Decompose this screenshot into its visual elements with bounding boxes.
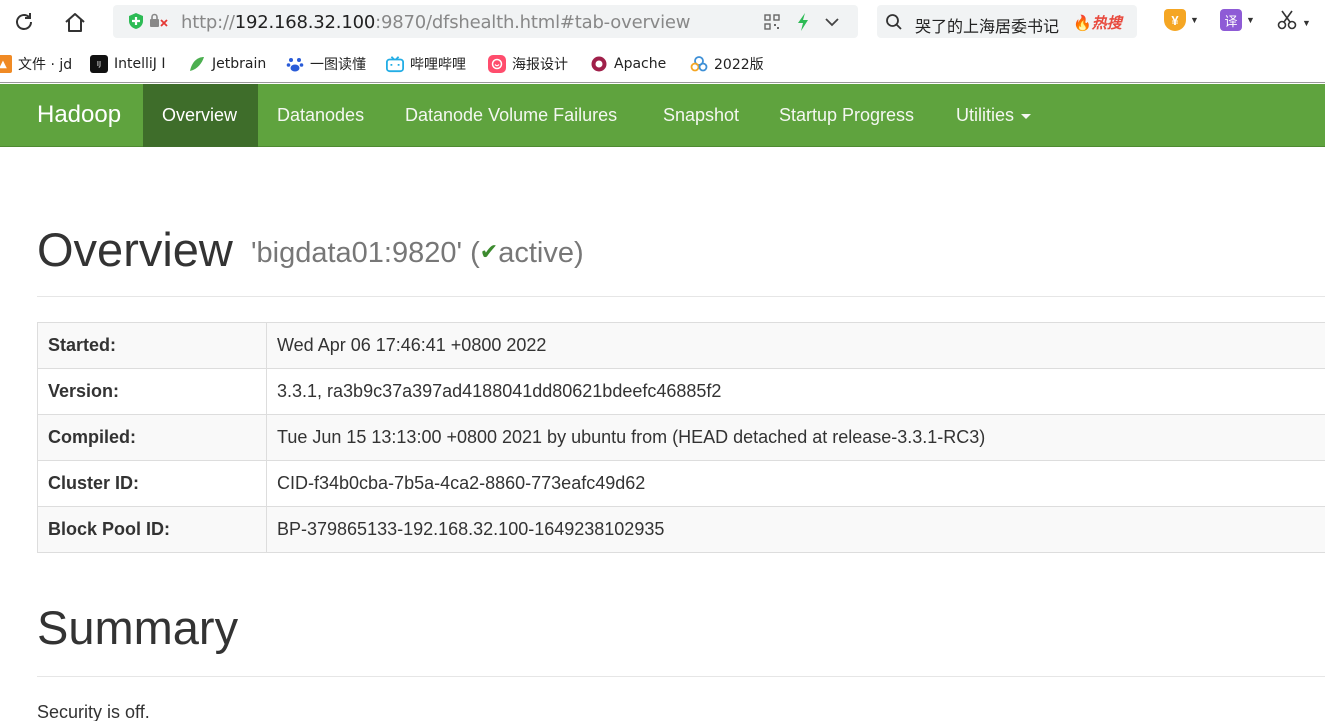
url-text[interactable]: http://192.168.32.100:9870/dfshealth.htm… — [181, 12, 690, 33]
nav-snapshot[interactable]: Snapshot — [644, 84, 758, 147]
cloud-icon — [690, 55, 708, 73]
bookmarks-bar: ▲ 文件 · jd IJ IntelliJ I Jetbrain 一图读懂 哔哩… — [0, 44, 1325, 83]
nav-utilities[interactable]: Utilities — [937, 84, 1050, 147]
namenode-host: 'bigdata01:9820' ( — [251, 237, 480, 269]
table-row: Cluster ID: CID-f34b0cba-7b5a-4ca2-8860-7… — [37, 460, 1325, 507]
jetbrains-icon — [188, 55, 206, 73]
bookmark-item[interactable]: Apache — [590, 54, 670, 74]
url-scheme: http:// — [181, 12, 235, 33]
namenode-status: active) — [498, 237, 584, 269]
bilibili-icon — [386, 55, 404, 73]
baidu-paw-icon — [286, 55, 304, 73]
money-shield-icon: ¥ — [1164, 9, 1186, 31]
shield-icon[interactable] — [128, 13, 144, 29]
home-icon[interactable] — [61, 8, 89, 36]
row-value: Wed Apr 06 17:46:41 +0800 2022 — [266, 322, 1325, 369]
bookmark-label: 一图读懂 — [310, 57, 366, 73]
table-row: Version: 3.3.1, ra3b9c37a397ad4188041dd80… — [37, 368, 1325, 415]
lightning-icon[interactable] — [795, 12, 811, 37]
row-value: BP-379865133-192.168.32.100-164923810293… — [266, 506, 1325, 553]
table-row: Compiled: Tue Jun 15 13:13:00 +0800 2021 … — [37, 414, 1325, 461]
row-value: Tue Jun 15 13:13:00 +0800 2021 by ubuntu… — [266, 414, 1325, 461]
bookmark-label: 文件 · jd — [18, 57, 73, 73]
namenode-address: 'bigdata01:9820' (✔active) — [251, 237, 584, 270]
money-extension[interactable]: ¥ ▼ — [1164, 9, 1199, 31]
chevron-down-icon: ▼ — [1190, 15, 1199, 25]
bookmark-item[interactable]: 一图读懂 — [286, 54, 370, 74]
row-key: Block Pool ID: — [37, 506, 267, 553]
bookmark-label: 2022版 — [714, 57, 764, 73]
overview-header: Overview 'bigdata01:9820' (✔active) — [37, 222, 1325, 297]
table-row: Block Pool ID: BP-379865133-192.168.32.10… — [37, 506, 1325, 553]
poster-icon — [488, 55, 506, 73]
address-bar[interactable]: http://192.168.32.100:9870/dfshealth.htm… — [113, 5, 858, 38]
reload-icon[interactable] — [10, 8, 38, 36]
row-key: Cluster ID: — [37, 460, 267, 507]
nav-datanodes[interactable]: Datanodes — [258, 84, 383, 147]
page-title: Overview — [37, 223, 233, 276]
nav-utilities-label: Utilities — [956, 105, 1015, 125]
hot-search-badge[interactable]: 🔥热搜 — [1073, 12, 1122, 33]
screenshot-extension[interactable]: ▼ — [1276, 9, 1311, 36]
caret-down-icon — [1021, 114, 1032, 119]
search-query[interactable]: 哭了的上海居委书记 — [915, 13, 1059, 37]
url-path: :9870/dfshealth.html#tab-overview — [375, 12, 691, 33]
folder-icon: ▲ — [0, 55, 12, 73]
intellij-icon: IJ — [90, 55, 108, 73]
bookmark-label: Apache — [614, 56, 667, 72]
qr-code-icon[interactable] — [764, 14, 780, 35]
bookmark-item[interactable]: 2022版 — [690, 54, 770, 74]
row-value: CID-f34b0cba-7b5a-4ca2-8860-773eafc49d62 — [266, 460, 1325, 507]
brand-logo[interactable]: Hadoop — [37, 101, 121, 129]
overview-table: Started: Wed Apr 06 17:46:41 +0800 2022 Ve… — [37, 322, 1325, 553]
bookmark-label: 海报设计 — [512, 57, 568, 73]
bookmark-item[interactable]: ▲ 文件 · jd — [0, 54, 74, 74]
nav-startup-progress[interactable]: Startup Progress — [760, 84, 933, 147]
bookmark-item[interactable]: 哔哩哔哩 — [386, 54, 472, 74]
checkmark-icon: ✔ — [479, 239, 499, 264]
chevron-down-icon[interactable] — [823, 13, 841, 36]
hadoop-navbar: Hadoop Overview Datanodes Datanode Volum… — [0, 84, 1325, 147]
chevron-down-icon: ▼ — [1246, 15, 1255, 25]
bookmark-label: Jetbrain — [212, 56, 267, 72]
url-host: 192.168.32.100 — [234, 12, 376, 33]
row-key: Started: — [37, 322, 267, 369]
bookmark-label: 哔哩哔哩 — [410, 57, 466, 73]
bookmark-item[interactable]: IJ IntelliJ I — [90, 54, 170, 74]
browser-toolbar: http://192.168.32.100:9870/dfshealth.htm… — [0, 0, 1325, 44]
scissors-icon — [1276, 9, 1298, 36]
nav-overview[interactable]: Overview — [143, 84, 258, 147]
summary-header: Summary — [37, 600, 1325, 677]
row-key: Compiled: — [37, 414, 267, 461]
chevron-down-icon: ▼ — [1302, 17, 1311, 28]
fire-icon: 🔥 — [1073, 14, 1092, 32]
apache-icon — [590, 55, 608, 73]
search-box[interactable]: 哭了的上海居委书记 🔥热搜 — [877, 5, 1137, 38]
table-row: Started: Wed Apr 06 17:46:41 +0800 2022 — [37, 322, 1325, 369]
security-status: Security is off. — [37, 702, 150, 721]
translate-icon: 译 — [1220, 9, 1242, 31]
search-icon[interactable] — [885, 13, 903, 36]
summary-title: Summary — [37, 601, 239, 654]
bookmark-item[interactable]: 海报设计 — [488, 54, 572, 74]
bookmark-label: IntelliJ I — [114, 56, 166, 72]
row-key: Version: — [37, 368, 267, 415]
nav-datanode-volume-failures[interactable]: Datanode Volume Failures — [386, 84, 636, 147]
insecure-lock-icon[interactable] — [149, 13, 169, 29]
hot-search-label: 热搜 — [1091, 14, 1122, 32]
row-value: 3.3.1, ra3b9c37a397ad4188041dd80621bdeef… — [266, 368, 1325, 415]
translate-extension[interactable]: 译 ▼ — [1220, 9, 1255, 31]
bookmark-item[interactable]: Jetbrain — [188, 54, 270, 74]
